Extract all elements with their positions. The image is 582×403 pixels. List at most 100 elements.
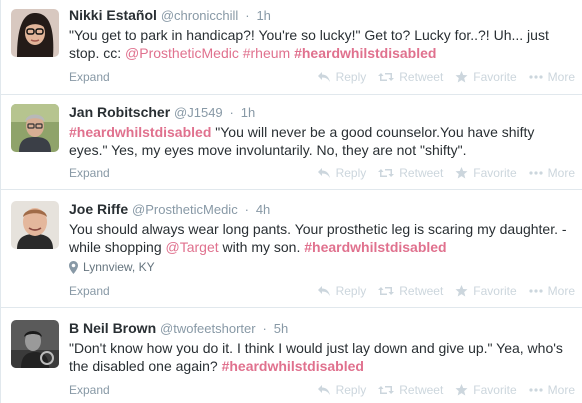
tweet-actions: Reply Retweet Favorite More	[305, 68, 575, 86]
tweet-text-segment: with my son.	[218, 239, 305, 255]
more-icon	[529, 388, 543, 392]
reply-icon	[317, 72, 330, 82]
expand-link[interactable]: Expand	[69, 68, 110, 86]
tweet[interactable]: B Neil Brown @twofeetshorter · 5h "Don't…	[1, 308, 582, 403]
tweet-author-handle[interactable]: @ProstheticMedic	[132, 202, 238, 217]
retweet-label: Retweet	[399, 383, 444, 397]
tweet[interactable]: Nikki Estañol @chronicchill · 1h "You ge…	[1, 0, 582, 95]
location-label: Lynnview, KY	[83, 260, 155, 274]
tweet-text: "Don't know how you do it. I think I wou…	[69, 339, 569, 375]
reply-button[interactable]: Reply	[317, 381, 367, 399]
retweet-button[interactable]: Retweet	[378, 282, 443, 300]
expand-link[interactable]: Expand	[69, 381, 110, 399]
retweet-label: Retweet	[399, 70, 444, 84]
tweet-author-name[interactable]: B Neil Brown	[69, 320, 156, 336]
tweet-location[interactable]: Lynnview, KY	[69, 259, 575, 275]
hashtag-link[interactable]: #heardwhilstdisabled	[304, 239, 446, 255]
more-label: More	[547, 70, 575, 84]
reply-label: Reply	[335, 166, 367, 180]
avatar[interactable]	[11, 9, 59, 57]
tweet-text: #heardwhilstdisabled "You will never be …	[69, 123, 569, 159]
tweet-actions: Reply Retweet Favorite More	[305, 164, 575, 182]
avatar[interactable]	[11, 201, 59, 249]
star-icon	[455, 167, 468, 179]
favorite-button[interactable]: Favorite	[455, 164, 517, 182]
retweet-button[interactable]: Retweet	[378, 164, 443, 182]
tweet-time[interactable]: 4h	[256, 202, 270, 217]
favorite-label: Favorite	[473, 166, 517, 180]
timeline: Nikki Estañol @chronicchill · 1h "You ge…	[0, 0, 582, 403]
more-icon	[529, 171, 543, 175]
tweet-time[interactable]: 1h	[241, 105, 255, 120]
reply-button[interactable]: Reply	[317, 68, 366, 86]
reply-icon	[317, 168, 330, 178]
more-icon	[529, 75, 543, 79]
separator: ·	[245, 8, 250, 23]
hashtag-link[interactable]: #heardwhilstdisabled	[294, 45, 436, 61]
reply-label: Reply	[335, 284, 367, 298]
hashtag-link[interactable]: #heardwhilstdisabled	[222, 358, 364, 374]
tweet-header: Jan Robitscher @J1549 · 1h	[69, 103, 575, 121]
tweet-actions: Reply Retweet Favorite More	[305, 282, 575, 300]
mention-link[interactable]: @ProstheticMedic	[125, 45, 239, 61]
mention-link[interactable]: @Target	[166, 239, 219, 255]
favorite-button[interactable]: Favorite	[455, 381, 517, 399]
favorite-button[interactable]: Favorite	[455, 282, 517, 300]
star-icon	[455, 71, 468, 83]
tweet-time[interactable]: 1h	[256, 8, 270, 23]
tweet-text: "You get to park in handicap?! You're so…	[69, 26, 569, 62]
expand-link[interactable]: Expand	[69, 164, 110, 182]
more-button[interactable]: More	[529, 282, 575, 300]
separator: ·	[244, 202, 249, 217]
retweet-label: Retweet	[399, 166, 444, 180]
retweet-icon	[378, 73, 395, 81]
retweet-icon	[378, 287, 395, 295]
tweet-header: B Neil Brown @twofeetshorter · 5h	[69, 319, 575, 337]
retweet-icon	[378, 169, 395, 177]
tweet-footer: Expand Reply Retweet Favorite More	[69, 282, 575, 300]
tweet[interactable]: Jan Robitscher @J1549 · 1h #heardwhilstd…	[1, 95, 582, 190]
tweet-header: Joe Riffe @ProstheticMedic · 4h	[69, 200, 575, 218]
tweet-author-handle[interactable]: @twofeetshorter	[160, 321, 256, 336]
tweet-actions: Reply Retweet Favorite More	[305, 381, 575, 399]
favorite-button[interactable]: Favorite	[455, 68, 517, 86]
tweet-author-name[interactable]: Nikki Estañol	[69, 7, 157, 23]
retweet-button[interactable]: Retweet	[378, 381, 443, 399]
avatar[interactable]	[11, 104, 59, 152]
more-button[interactable]: More	[529, 164, 575, 182]
favorite-label: Favorite	[473, 284, 517, 298]
hashtag-link[interactable]: #heardwhilstdisabled	[69, 124, 211, 140]
tweet-footer: Expand Reply Retweet Favorite More	[69, 164, 575, 182]
retweet-button[interactable]: Retweet	[378, 68, 443, 86]
favorite-label: Favorite	[473, 70, 517, 84]
tweet-text: You should always wear long pants. Your …	[69, 220, 569, 256]
more-button[interactable]: More	[529, 381, 575, 399]
tweet-time[interactable]: 5h	[274, 321, 288, 336]
star-icon	[455, 285, 468, 297]
tweet-author-handle[interactable]: @J1549	[174, 105, 223, 120]
reply-button[interactable]: Reply	[317, 282, 367, 300]
tweet-header: Nikki Estañol @chronicchill · 1h	[69, 6, 575, 24]
retweet-label: Retweet	[399, 284, 444, 298]
reply-icon	[317, 385, 330, 395]
retweet-icon	[378, 386, 395, 394]
expand-link[interactable]: Expand	[69, 282, 110, 300]
more-icon	[529, 289, 543, 293]
star-icon	[455, 384, 468, 396]
favorite-label: Favorite	[473, 383, 517, 397]
separator: ·	[229, 105, 234, 120]
reply-icon	[317, 286, 330, 296]
tweet[interactable]: Joe Riffe @ProstheticMedic · 4h You shou…	[1, 190, 582, 308]
more-label: More	[547, 166, 575, 180]
reply-label: Reply	[335, 383, 367, 397]
more-label: More	[547, 284, 575, 298]
avatar[interactable]	[11, 320, 59, 368]
tweet-author-handle[interactable]: @chronicchill	[161, 8, 239, 23]
tweet-author-name[interactable]: Jan Robitscher	[69, 104, 170, 120]
hashtag-link[interactable]: #rheum	[243, 45, 290, 61]
tweet-author-name[interactable]: Joe Riffe	[69, 201, 128, 217]
reply-button[interactable]: Reply	[317, 164, 367, 182]
tweet-footer: Expand Reply Retweet Favorite More	[69, 381, 575, 399]
separator: ·	[262, 321, 267, 336]
more-button[interactable]: More	[529, 68, 575, 86]
